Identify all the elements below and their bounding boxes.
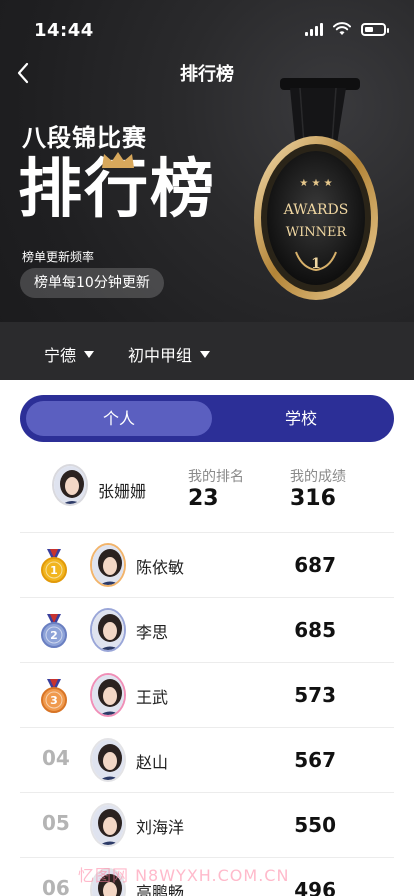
tab-switcher: 个人 学校	[20, 395, 394, 442]
group-filter[interactable]: 初中甲组	[128, 342, 211, 366]
caret-down-icon	[84, 350, 95, 358]
region-filter[interactable]: 宁德	[44, 342, 95, 366]
participant-score: 687	[294, 553, 336, 577]
my-score-label: 我的成绩	[290, 469, 346, 485]
hero-banner: 14:44 排行榜 八段锦比赛 排行榜 榜单更新频率 榜单每10分钟更新 ★ ★…	[0, 0, 414, 380]
ranking-list: 1 陈依敏 687 2 李思 685 3 王武 573 04 赵山 567 05…	[20, 532, 394, 896]
medal-text-awards: AWARDS	[283, 202, 349, 218]
crown-icon	[102, 152, 134, 168]
rank-medal-icon: 3	[41, 679, 67, 713]
leaderboard-screen: 14:44 排行榜 八段锦比赛 排行榜 榜单更新频率 榜单每10分钟更新 ★ ★…	[0, 0, 414, 896]
rank-medal-number: 2	[50, 629, 58, 642]
rank-number: 05	[42, 811, 70, 835]
wifi-icon	[333, 22, 351, 35]
participant-name: 赵山	[136, 753, 169, 772]
participant-name: 刘海洋	[136, 818, 185, 837]
watermark: 忆图网 N8WYXH.COM.CN	[78, 866, 290, 885]
medal-text-winner: WINNER	[286, 225, 348, 240]
participant-score: 496	[294, 878, 336, 896]
cell-signal-icon	[305, 22, 323, 36]
rank-medal-number: 3	[50, 694, 58, 707]
rank-number: 04	[42, 746, 70, 770]
list-item[interactable]: 2 李思 685	[20, 597, 394, 662]
status-time: 14:44	[34, 20, 94, 41]
avatar	[90, 543, 126, 587]
list-item[interactable]: 05 刘海洋 550	[20, 792, 394, 857]
award-medal-icon: ★ ★ ★ AWARDS WINNER 1	[254, 78, 378, 300]
tab-individual[interactable]: 个人	[26, 401, 212, 436]
participant-score: 567	[294, 748, 336, 772]
rank-medal-number: 1	[50, 564, 58, 577]
svg-text:★ ★ ★: ★ ★ ★	[299, 178, 332, 189]
participant-score: 685	[294, 618, 336, 642]
group-filter-label: 初中甲组	[128, 346, 193, 365]
rank-number: 06	[42, 876, 70, 896]
participant-name: 李思	[136, 623, 169, 642]
participant-score: 573	[294, 683, 336, 707]
battery-icon	[361, 23, 389, 36]
list-item[interactable]: 1 陈依敏 687	[20, 532, 394, 597]
update-frequency-pill: 榜单每10分钟更新	[20, 268, 164, 298]
list-item[interactable]: 04 赵山 567	[20, 727, 394, 792]
rank-medal-icon: 1	[41, 549, 67, 583]
list-item[interactable]: 3 王武 573	[20, 662, 394, 727]
avatar	[52, 464, 88, 506]
avatar	[90, 803, 126, 847]
caret-down-icon	[200, 350, 211, 358]
region-filter-label: 宁德	[44, 346, 77, 365]
participant-score: 550	[294, 813, 336, 837]
medal-number: 1	[311, 256, 321, 272]
my-rank-value: 23	[188, 486, 219, 511]
my-name: 张姗姗	[98, 482, 147, 501]
avatar	[90, 673, 126, 717]
participant-name: 王武	[136, 688, 169, 707]
avatar	[90, 738, 126, 782]
tab-school[interactable]: 学校	[214, 401, 388, 436]
participant-name: 陈依敏	[136, 558, 185, 577]
avatar	[90, 608, 126, 652]
event-subtitle: 八段锦比赛	[22, 124, 147, 152]
my-score-value: 316	[290, 486, 336, 511]
rank-medal-icon: 2	[41, 614, 67, 648]
update-frequency-label: 榜单更新频率	[22, 250, 95, 264]
my-rank-label: 我的排名	[188, 469, 244, 485]
my-stats: 张姗姗 我的排名 23 我的成绩 316	[0, 458, 414, 532]
filter-bar: 宁德 初中甲组	[0, 322, 414, 380]
